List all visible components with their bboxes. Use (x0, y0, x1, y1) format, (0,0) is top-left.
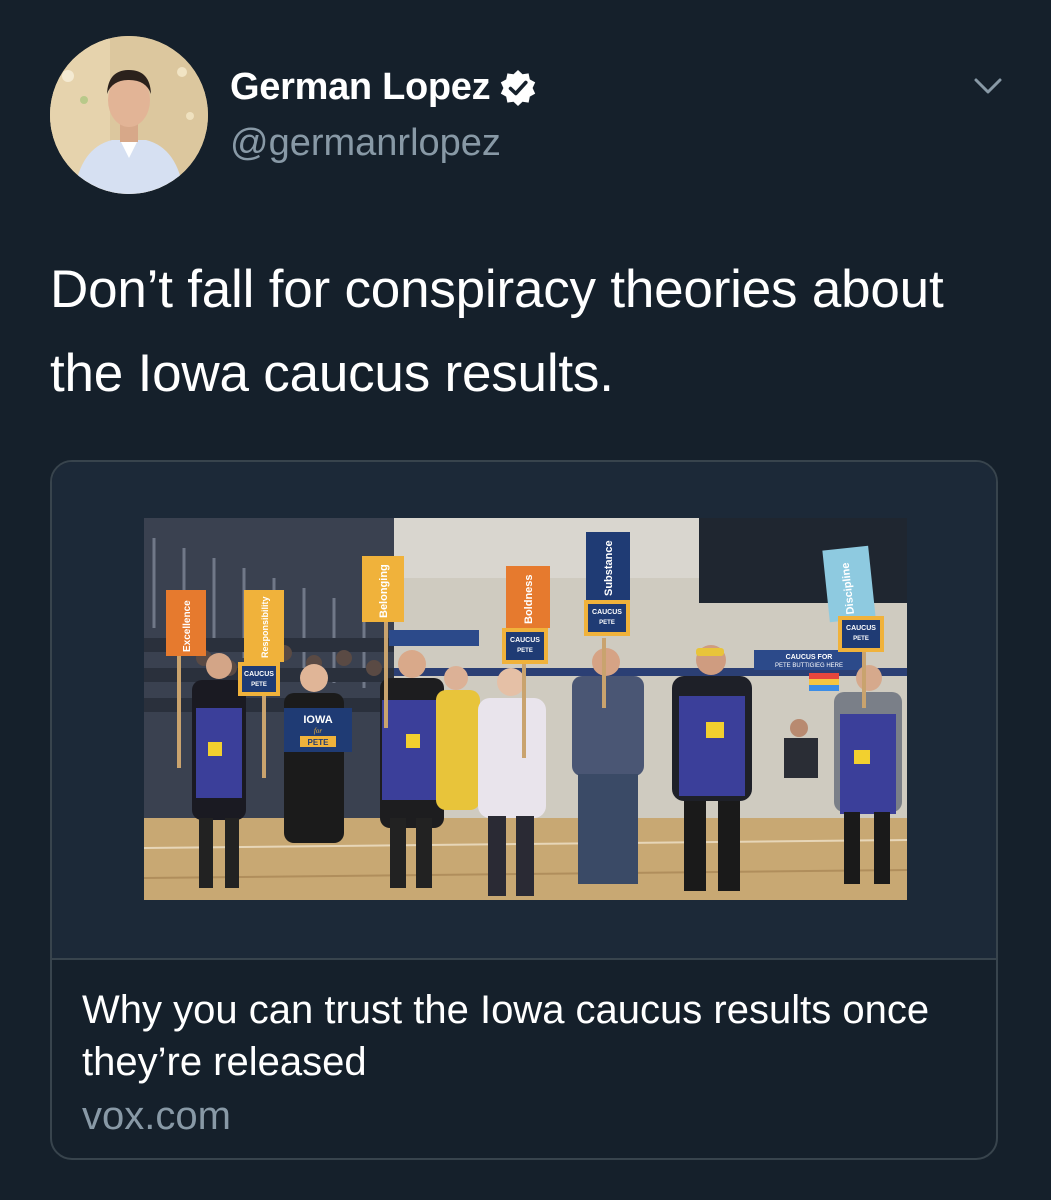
avatar[interactable] (50, 36, 208, 194)
sign-caucus-1: CAUCUS (244, 671, 274, 678)
card-photo[interactable]: CAUCUS FOR PETE BUTTIGIEG HERE Excellenc… (144, 518, 907, 900)
link-card[interactable]: CAUCUS FOR PETE BUTTIGIEG HERE Excellenc… (50, 460, 998, 1160)
sign-pete-1: PETE (251, 682, 267, 688)
photo-banner-line2: PETE BUTTIGIEG HERE (775, 663, 843, 669)
verified-badge-icon (501, 69, 536, 106)
tweet[interactable]: German Lopez @germanrlopez Don’t fall fo… (0, 0, 1051, 1200)
sign-word-4: Boldness (523, 574, 535, 624)
chevron-down-icon[interactable] (968, 72, 1008, 102)
card-domain: vox.com (82, 1094, 231, 1138)
sign-caucus-3: CAUCUS (592, 609, 622, 616)
sign-pete-4: PETE (853, 636, 869, 642)
sign-word-3: Belonging (378, 564, 390, 618)
sign-word-5: Substance (603, 540, 615, 596)
profile-photo-icon (50, 36, 208, 194)
photo-banner-line1: CAUCUS FOR (786, 654, 833, 661)
sign-pete-2: PETE (517, 648, 533, 654)
author-name-row[interactable]: German Lopez (230, 66, 538, 109)
sign-iowa: IOWA (303, 714, 332, 726)
card-title[interactable]: Why you can trust the Iowa caucus result… (82, 984, 972, 1088)
sign-caucus-4: CAUCUS (846, 625, 876, 632)
sign-for: for (314, 727, 322, 735)
display-name[interactable]: German Lopez (230, 66, 491, 109)
author-handle[interactable]: @germanrlopez (230, 122, 501, 165)
sign-word-1: Excellence (182, 600, 193, 652)
sign-caucus-2: CAUCUS (510, 637, 540, 644)
caucus-photo-image: CAUCUS FOR PETE BUTTIGIEG HERE Excellenc… (144, 518, 907, 900)
sign-pete-iowa: PETE (308, 738, 330, 747)
sign-word-2: Responsibility (260, 596, 270, 658)
tweet-text: Don’t fall for conspiracy theories about… (50, 260, 944, 403)
sign-pete-3: PETE (599, 620, 615, 626)
card-media[interactable]: CAUCUS FOR PETE BUTTIGIEG HERE Excellenc… (52, 462, 996, 960)
